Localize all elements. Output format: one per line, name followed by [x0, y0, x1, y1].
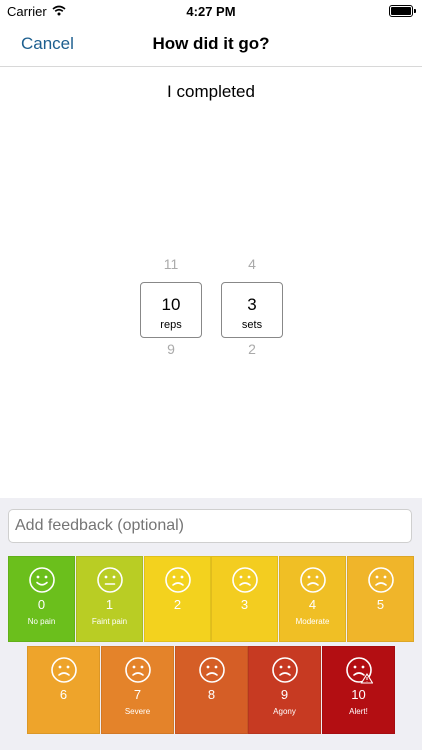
- pain-level-value: 2: [173, 597, 182, 612]
- pain-level-7-button[interactable]: 7 Severe: [101, 646, 174, 734]
- pain-level-3-button[interactable]: 3: [211, 556, 278, 642]
- pain-level-1-button[interactable]: 1 Faint pain: [76, 556, 143, 642]
- pain-level-10-button[interactable]: 10 Alert!: [322, 646, 395, 734]
- sets-picker-selected[interactable]: 3 sets: [221, 282, 283, 338]
- pain-level-value: 8: [207, 687, 216, 702]
- status-bar: Carrier 4:27 PM: [0, 0, 422, 22]
- pain-level-2-button[interactable]: 2: [144, 556, 211, 642]
- pain-level-caption: Alert!: [349, 707, 368, 716]
- frowning-face-icon: [367, 566, 395, 594]
- completion-heading: I completed: [167, 82, 255, 101]
- navigation-bar: Cancel How did it go?: [0, 22, 422, 67]
- pain-level-value: 4: [308, 597, 317, 612]
- pain-level-0-button[interactable]: 0 No pain: [8, 556, 75, 642]
- frowning-face-icon: [124, 656, 152, 684]
- pain-level-value: 5: [376, 597, 385, 612]
- sets-unit: sets: [241, 319, 263, 331]
- pain-level-caption: Agony: [273, 707, 296, 716]
- pain-level-caption: Severe: [124, 707, 151, 716]
- pain-level-8-button[interactable]: 8: [175, 646, 248, 734]
- pain-level-caption: Faint pain: [91, 617, 128, 626]
- smiling-face-icon: [28, 566, 56, 594]
- battery-icon: [389, 5, 416, 17]
- pain-level-caption: No pain: [27, 617, 56, 626]
- frowning-face-icon: [299, 566, 327, 594]
- pain-level-9-button[interactable]: 9 Agony: [248, 646, 321, 734]
- pain-level-value: 3: [240, 597, 249, 612]
- status-time: 4:27 PM: [186, 4, 236, 19]
- reps-picker-previous[interactable]: 11: [140, 256, 202, 272]
- pain-level-value: 10: [351, 687, 366, 702]
- page-title: How did it go?: [152, 34, 270, 53]
- reps-value: 10: [161, 295, 181, 314]
- frowning-face-icon: [198, 656, 226, 684]
- sets-picker-next[interactable]: 2: [221, 341, 283, 357]
- frowning-face-icon: [164, 566, 192, 594]
- reps-picker-next[interactable]: 9: [140, 341, 202, 357]
- pain-level-value: 9: [280, 687, 289, 702]
- pain-level-6-button[interactable]: 6: [27, 646, 100, 734]
- feedback-input[interactable]: [8, 509, 412, 543]
- pain-level-4-button[interactable]: 4 Moderate: [279, 556, 346, 642]
- frowning-face-icon: [345, 656, 373, 684]
- neutral-face-icon: [96, 566, 124, 594]
- pain-level-value: 0: [37, 597, 46, 612]
- frowning-face-icon: [231, 566, 259, 594]
- frowning-face-icon: [271, 656, 299, 684]
- pain-level-value: 7: [133, 687, 142, 702]
- frowning-face-icon: [50, 656, 78, 684]
- sets-value: 3: [247, 295, 257, 314]
- reps-picker-selected[interactable]: 10 reps: [140, 282, 202, 338]
- sets-picker-previous[interactable]: 4: [221, 256, 283, 272]
- reps-unit: reps: [160, 319, 182, 331]
- pain-level-value: 6: [59, 687, 68, 702]
- pain-level-5-button[interactable]: 5: [347, 556, 414, 642]
- pain-level-caption: Moderate: [295, 617, 330, 626]
- pain-level-value: 1: [105, 597, 114, 612]
